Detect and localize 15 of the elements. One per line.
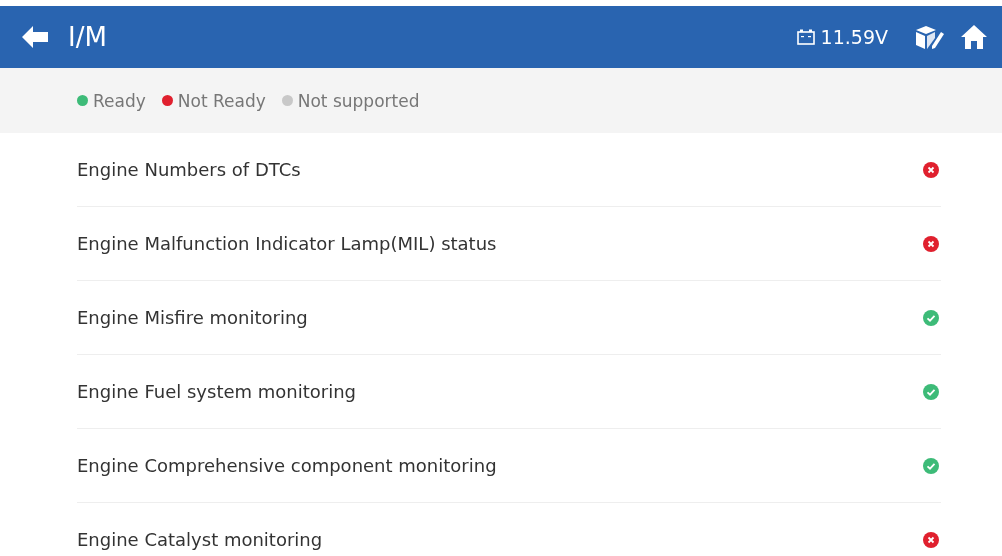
monitor-label: Engine Comprehensive component monitoring (77, 455, 497, 476)
battery-icon (796, 29, 815, 45)
legend-label: Not supported (297, 90, 420, 111)
box-pencil-icon[interactable] (914, 24, 946, 50)
home-icon[interactable] (960, 24, 988, 50)
monitor-label: Engine Misfire monitoring (77, 307, 308, 328)
legend-label: Ready (93, 90, 146, 111)
monitor-label: Engine Fuel system monitoring (77, 381, 357, 402)
legend-label: Not Ready (177, 90, 266, 111)
monitor-label: Engine Numbers of DTCs (77, 159, 301, 180)
page-title: I/M (68, 22, 107, 52)
monitor-label: Engine Malfunction Indicator Lamp(MIL) status (77, 233, 497, 254)
back-arrow-icon[interactable] (22, 26, 48, 48)
battery-voltage: 11.59V (820, 26, 888, 48)
monitor-label: Engine Catalyst monitoring (77, 529, 323, 550)
